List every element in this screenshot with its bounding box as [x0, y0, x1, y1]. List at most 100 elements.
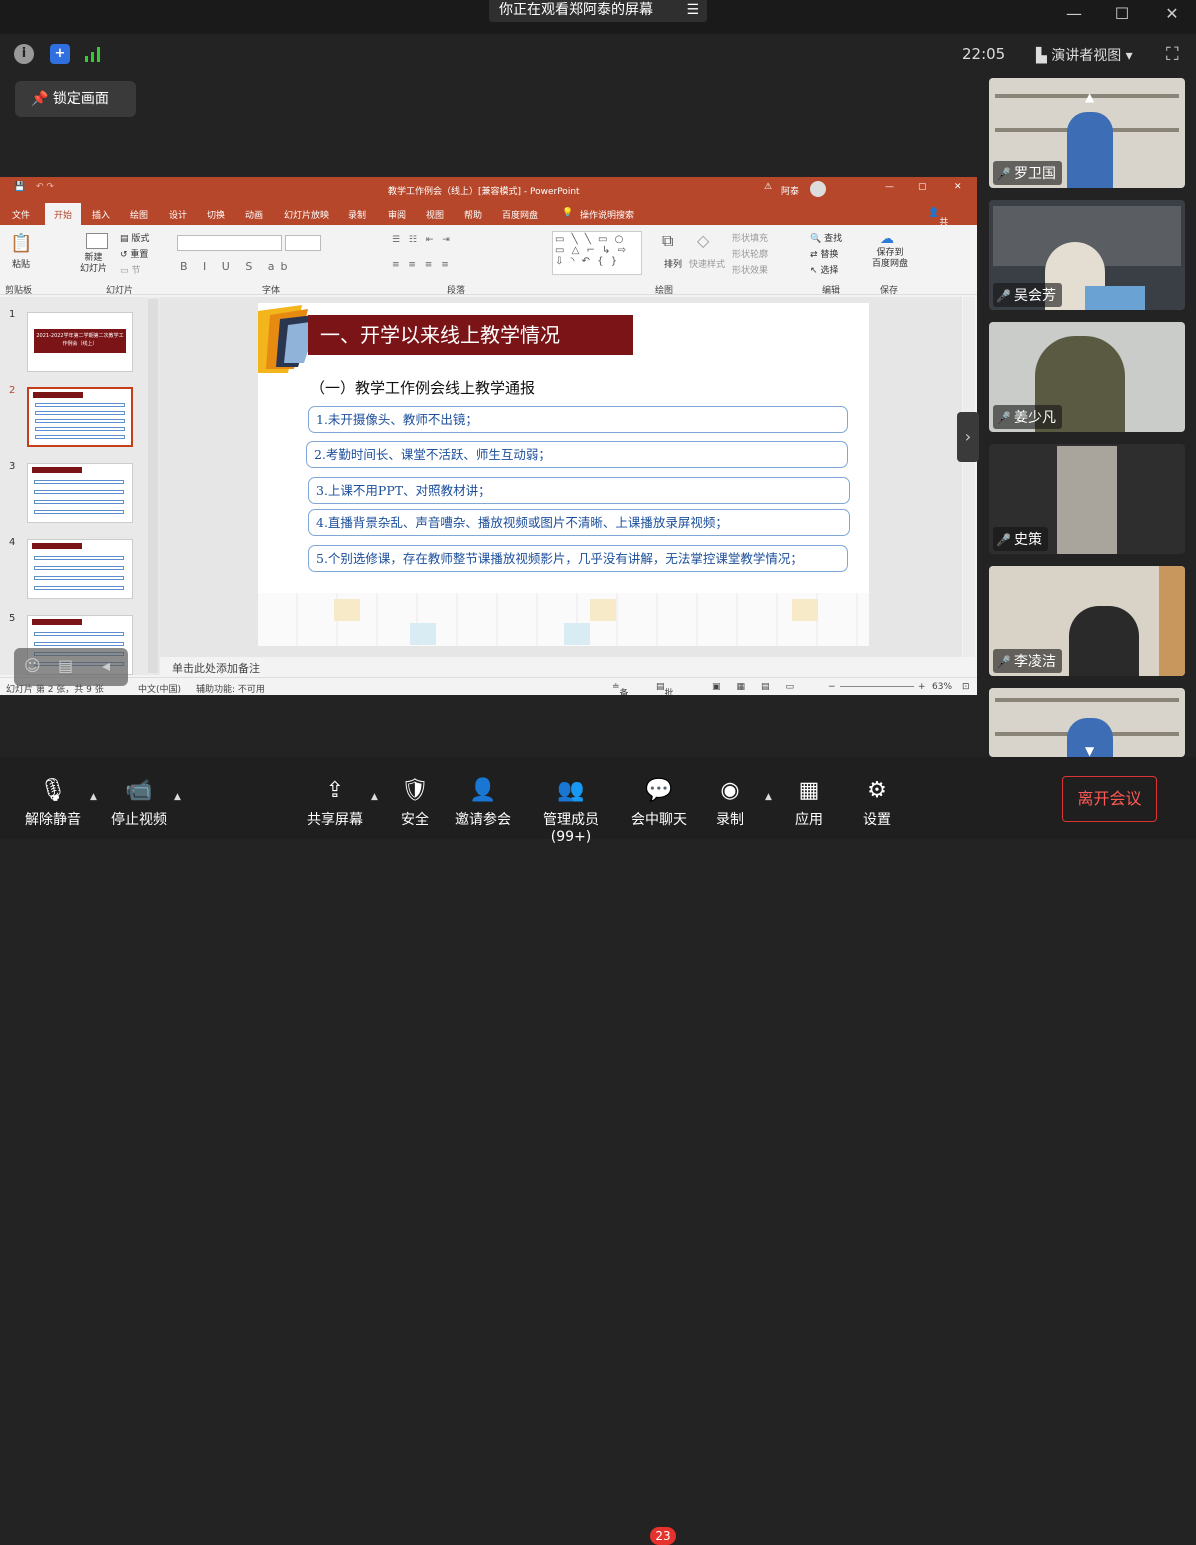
- tab-slideshow[interactable]: 幻灯片放映: [284, 208, 329, 221]
- banner-menu-icon[interactable]: ☰: [686, 0, 699, 20]
- reaction-bar[interactable]: ☺ ▤ ◂: [14, 648, 128, 686]
- participant-tile[interactable]: 🎤 吴会芳: [989, 200, 1185, 310]
- slide-thumbnail-2[interactable]: [27, 387, 133, 447]
- shield-icon[interactable]: +: [50, 44, 70, 64]
- shape-outline-button[interactable]: 形状轮廓: [732, 247, 768, 260]
- tab-file[interactable]: 文件: [12, 208, 30, 221]
- minimize-icon[interactable]: —: [1062, 4, 1086, 26]
- tab-home[interactable]: 开始: [45, 203, 82, 227]
- view-switch[interactable]: ▙ 演讲者视图 ▾: [1036, 45, 1133, 65]
- signal-icon[interactable]: [84, 46, 104, 62]
- info-icon[interactable]: i: [14, 44, 34, 64]
- ppt-minimize-icon[interactable]: —: [885, 182, 894, 192]
- view-buttons[interactable]: ▣▦▤▭: [712, 682, 810, 692]
- quick-styles-button[interactable]: 快速样式: [689, 257, 725, 270]
- shape-fill-button[interactable]: 形状填充: [732, 231, 768, 244]
- thumb-scrollbar[interactable]: [148, 299, 158, 673]
- paste-icon[interactable]: 📋: [10, 233, 32, 254]
- participant-tile[interactable]: 🎤 史策: [989, 444, 1185, 554]
- audio-options-caret[interactable]: ▲: [90, 792, 97, 802]
- accessibility-status[interactable]: 辅助功能: 不可用: [196, 682, 265, 695]
- undo-icon[interactable]: ↶ ↷: [36, 182, 54, 192]
- arrange-button[interactable]: 排列: [664, 257, 682, 270]
- shapes-gallery[interactable]: ▭ ╲ ╲ ▭ ○ ▭ △ ⌐ ↳ ⇨ ⇩ ◝ ↶ { }: [552, 231, 642, 275]
- settings-button[interactable]: ⚙ 设置: [857, 757, 897, 839]
- section-button[interactable]: ▭ 节: [120, 263, 140, 276]
- slide-thumbnail-1[interactable]: 2021-2022学年第二学期第二次教学工作例会（线上）: [27, 312, 133, 372]
- tab-help[interactable]: 帮助: [464, 208, 482, 221]
- ppt-restore-icon[interactable]: ▢: [918, 182, 927, 192]
- language[interactable]: 中文(中国): [138, 682, 181, 695]
- slide-scrollbar[interactable]: [963, 297, 975, 657]
- tell-me-search[interactable]: 操作说明搜索: [580, 208, 634, 221]
- zoom-plus[interactable]: +: [918, 682, 926, 692]
- chat-button[interactable]: 💬 会中聊天: [628, 757, 690, 839]
- close-icon[interactable]: ✕: [1160, 4, 1184, 26]
- tab-view[interactable]: 视图: [426, 208, 444, 221]
- save-baidu-button[interactable]: 保存到 百度网盘: [872, 248, 908, 270]
- layout-button[interactable]: ▤ 版式: [120, 231, 149, 244]
- reset-button[interactable]: ↺ 重置: [120, 247, 148, 260]
- sharing-banner[interactable]: 你正在观看郑阿泰的屏幕 ☰: [489, 0, 707, 22]
- slide-thumbnail-3[interactable]: [27, 463, 133, 523]
- emoji-icon[interactable]: ☺: [24, 656, 41, 675]
- tab-insert[interactable]: 插入: [92, 208, 110, 221]
- arrange-icon[interactable]: ⧉: [662, 231, 673, 251]
- save-icon[interactable]: 💾: [14, 182, 25, 192]
- invite-button[interactable]: 👤 邀请参会: [452, 757, 514, 839]
- quick-styles-icon[interactable]: ◇: [697, 231, 709, 250]
- tab-record[interactable]: 录制: [348, 208, 366, 221]
- fit-slide-icon[interactable]: ⊡: [962, 682, 970, 692]
- lock-screen-button[interactable]: 📌 锁定画面: [15, 81, 136, 117]
- tab-design[interactable]: 设计: [169, 208, 187, 221]
- notes-button[interactable]: ≐ 备注: [612, 682, 629, 695]
- notes-pane[interactable]: 单击此处添加备注: [160, 657, 977, 677]
- video-options-caret[interactable]: ▲: [174, 792, 181, 802]
- user-avatar[interactable]: [810, 181, 826, 197]
- record-button[interactable]: ◉ 录制: [710, 757, 750, 839]
- collapse-icon[interactable]: ◂: [102, 656, 110, 675]
- font-format-buttons[interactable]: B I U S ab: [180, 260, 294, 273]
- select-button[interactable]: ↖ 选择: [810, 263, 838, 276]
- leave-meeting-button[interactable]: 离开会议: [1062, 776, 1157, 822]
- tab-draw[interactable]: 绘图: [130, 208, 148, 221]
- list-buttons[interactable]: ☰ ☷ ⇤ ⇥: [392, 235, 453, 245]
- zoom-minus[interactable]: −: [828, 682, 836, 692]
- ppt-close-icon[interactable]: ✕: [954, 182, 962, 192]
- apps-button[interactable]: ▦ 应用: [789, 757, 829, 839]
- participant-tile[interactable]: ▼: [989, 688, 1185, 757]
- font-name-box[interactable]: [177, 235, 282, 251]
- tile-down-icon[interactable]: ▼: [1085, 744, 1094, 757]
- unmute-button[interactable]: 🎙 解除静音: [20, 757, 86, 839]
- zoom-slider[interactable]: [840, 686, 914, 687]
- find-button[interactable]: 🔍 查找: [810, 231, 842, 244]
- zoom-level[interactable]: 63%: [932, 682, 952, 692]
- share-screen-button[interactable]: ⇪ 共享屏幕: [302, 757, 368, 839]
- slide-thumbnail-4[interactable]: [27, 539, 133, 599]
- shape-effect-button[interactable]: 形状效果: [732, 263, 768, 276]
- participant-tile[interactable]: 🎤 李凌洁: [989, 566, 1185, 676]
- manage-members-button[interactable]: 👥 管理成员(99+): [524, 757, 618, 845]
- chat-bubble-icon[interactable]: ▤: [58, 656, 73, 675]
- tab-baidu[interactable]: 百度网盘: [502, 208, 538, 221]
- participant-tile[interactable]: ▲ 🎤 罗卫国: [989, 78, 1185, 188]
- collapse-panel-button[interactable]: ›: [957, 412, 979, 462]
- tab-review[interactable]: 审阅: [388, 208, 406, 221]
- stop-video-button[interactable]: 📹 停止视频: [106, 757, 172, 839]
- tab-transitions[interactable]: 切换: [207, 208, 225, 221]
- participant-tile[interactable]: 🎤 姜少凡: [989, 322, 1185, 432]
- comments-button[interactable]: ▤ 批注: [656, 682, 674, 695]
- current-slide[interactable]: 一、开学以来线上教学情况 （一）教学工作例会线上教学通报 1.未开摄像头、教师不…: [258, 303, 869, 646]
- tab-animations[interactable]: 动画: [245, 208, 263, 221]
- baidu-cloud-icon[interactable]: ☁: [880, 231, 894, 247]
- tile-up-icon[interactable]: ▲: [1085, 90, 1094, 104]
- fullscreen-icon[interactable]: ⛶: [1166, 44, 1179, 65]
- share-ppt-button[interactable]: 👤 共享: [928, 208, 948, 241]
- share-options-caret[interactable]: ▲: [371, 792, 378, 802]
- paste-button[interactable]: 粘贴: [12, 257, 30, 270]
- replace-button[interactable]: ⇄ 替换: [810, 247, 838, 260]
- security-button[interactable]: 🛡 安全: [395, 757, 435, 839]
- font-size-box[interactable]: [285, 235, 321, 251]
- record-options-caret[interactable]: ▲: [765, 792, 772, 802]
- align-buttons[interactable]: ≡ ≡ ≡ ≡: [392, 260, 452, 270]
